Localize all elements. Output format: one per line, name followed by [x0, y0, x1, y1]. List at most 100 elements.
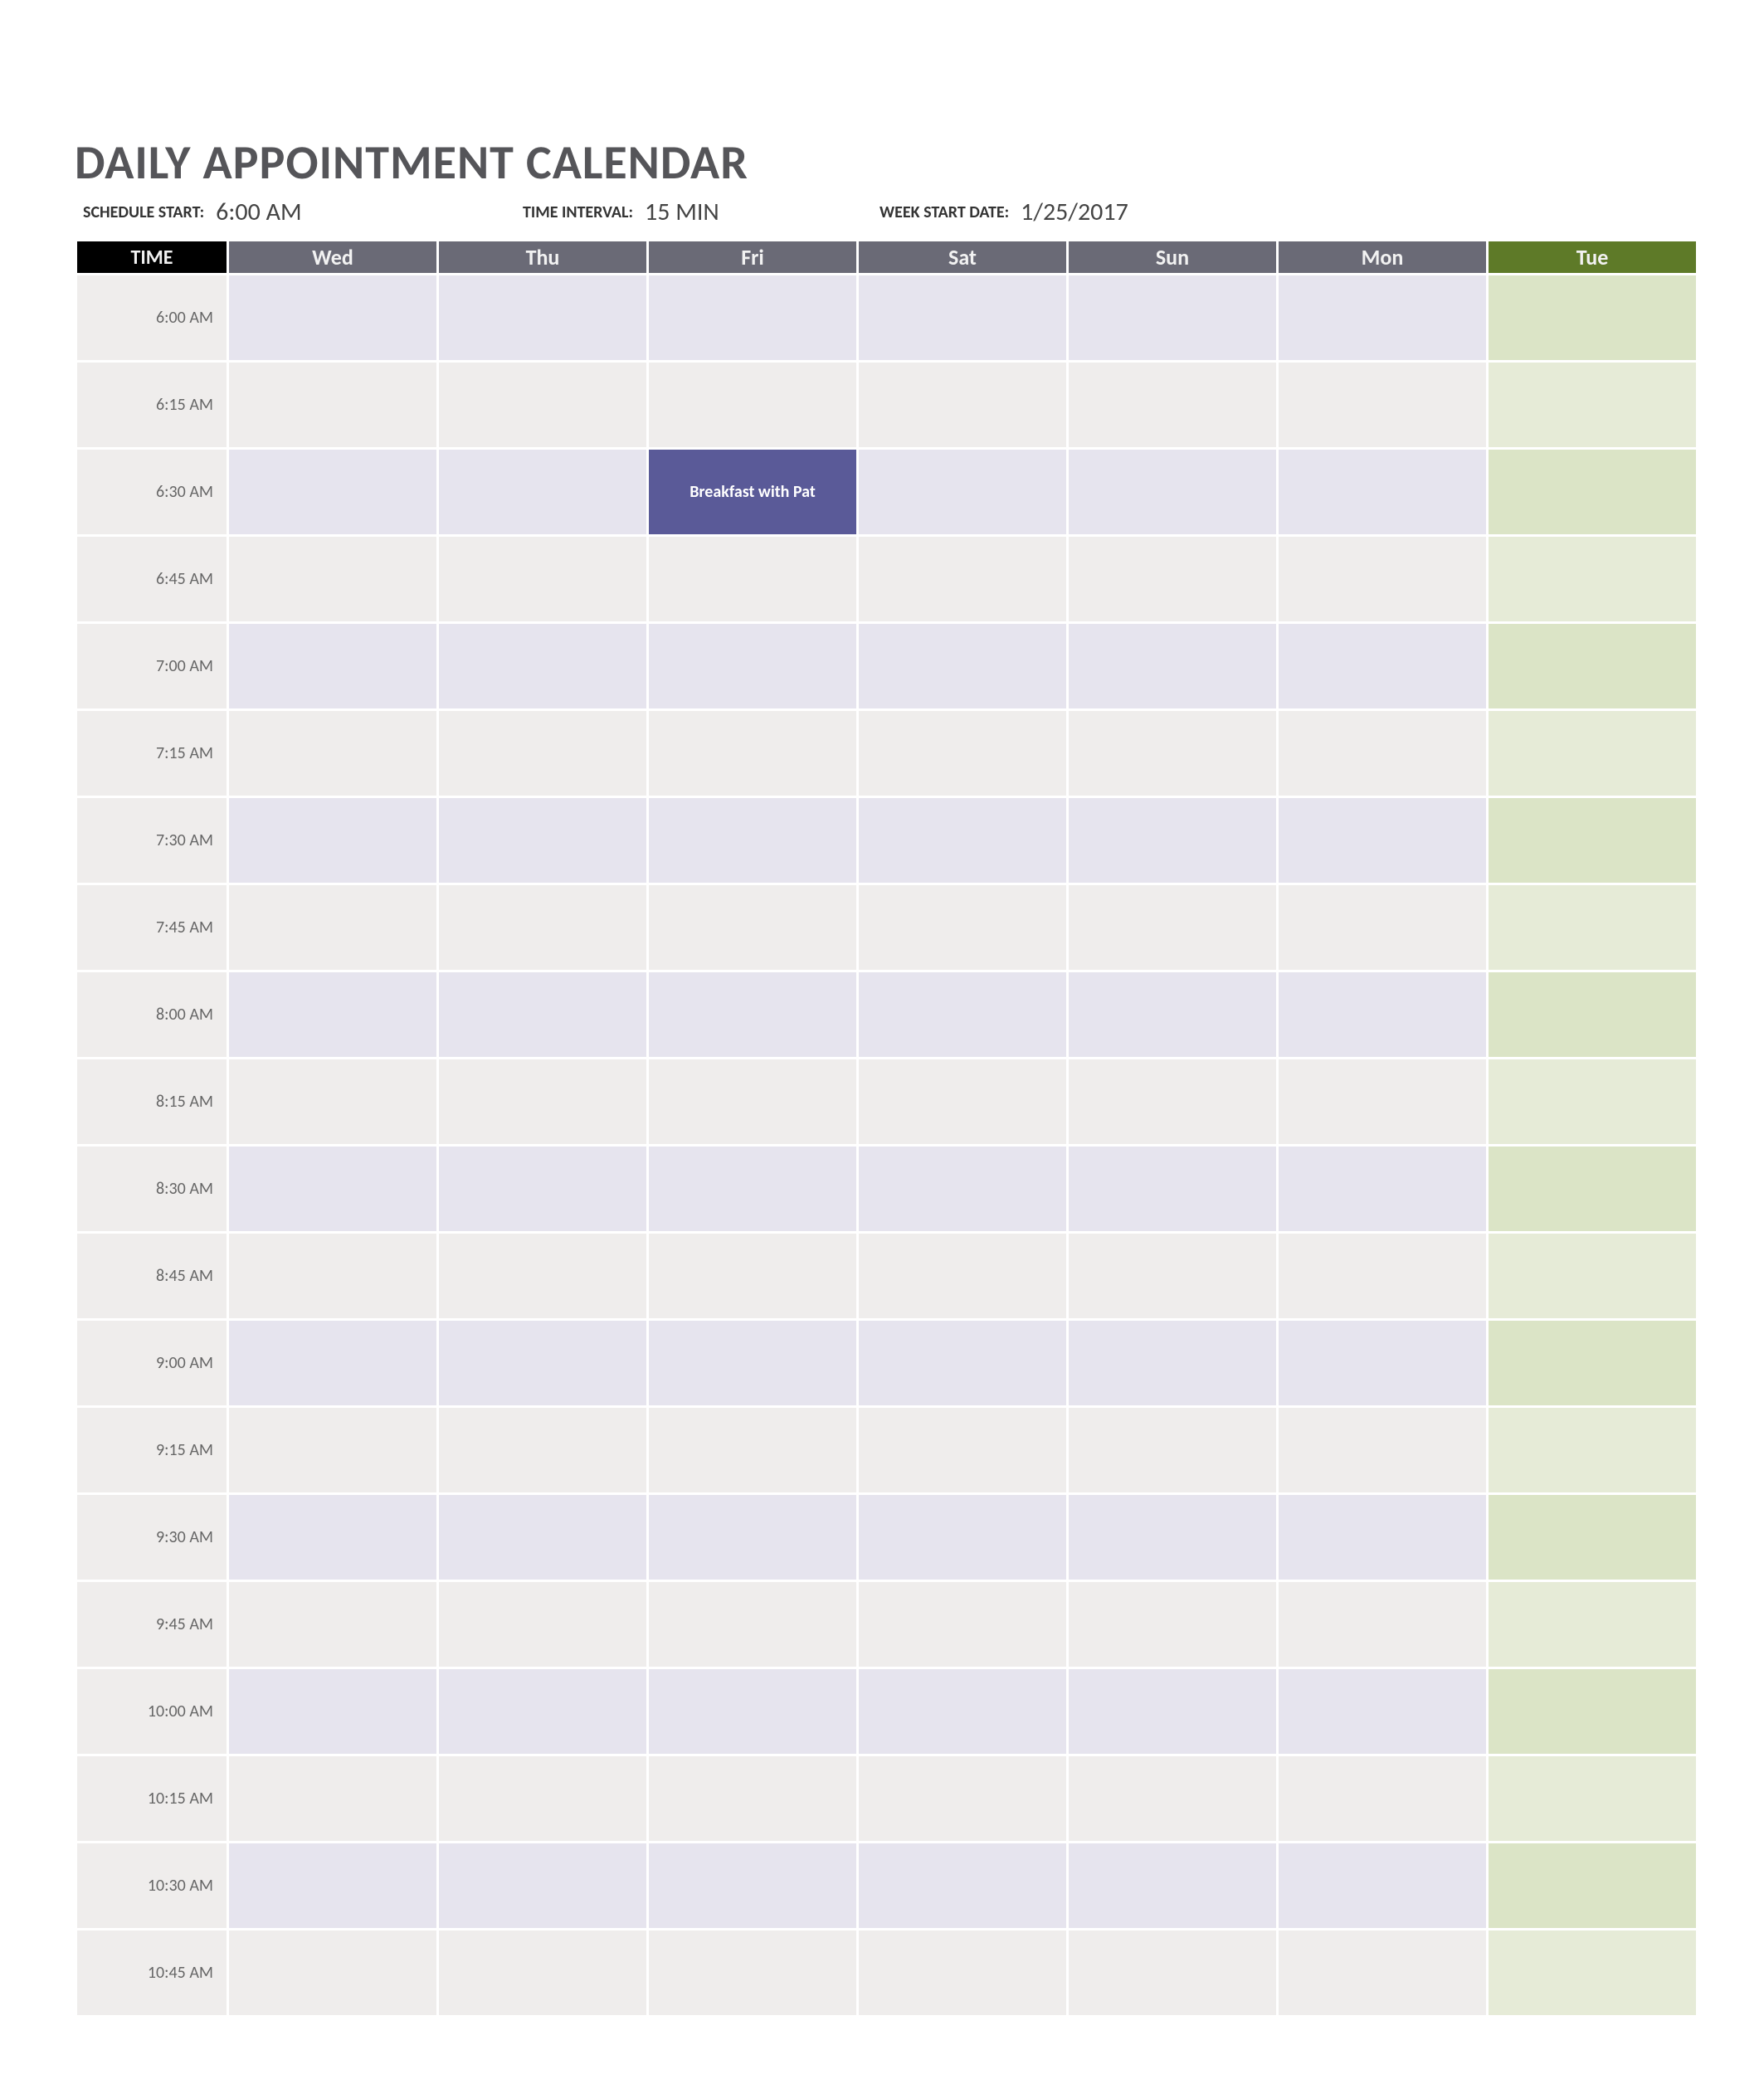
- schedule-start-value[interactable]: 6:00 AM: [212, 197, 309, 227]
- calendar-slot[interactable]: [439, 1582, 646, 1667]
- calendar-slot[interactable]: [229, 537, 436, 621]
- calendar-slot[interactable]: [1069, 624, 1276, 708]
- time-interval-value[interactable]: 15 MIN: [641, 197, 728, 227]
- calendar-slot[interactable]: [229, 1147, 436, 1231]
- calendar-slot[interactable]: [1279, 885, 1486, 970]
- calendar-slot[interactable]: [1489, 972, 1696, 1057]
- calendar-slot[interactable]: [1279, 711, 1486, 796]
- calendar-slot[interactable]: [859, 972, 1066, 1057]
- calendar-slot[interactable]: [1069, 1582, 1276, 1667]
- calendar-slot[interactable]: [439, 885, 646, 970]
- calendar-slot[interactable]: [649, 1582, 856, 1667]
- calendar-slot[interactable]: [1279, 1930, 1486, 2015]
- calendar-slot[interactable]: [1489, 1756, 1696, 1841]
- calendar-slot[interactable]: [1279, 363, 1486, 447]
- calendar-slot[interactable]: [1279, 1408, 1486, 1492]
- calendar-slot[interactable]: [859, 1234, 1066, 1318]
- calendar-slot[interactable]: [649, 1756, 856, 1841]
- calendar-slot[interactable]: [1069, 450, 1276, 534]
- calendar-slot[interactable]: [1069, 972, 1276, 1057]
- calendar-slot[interactable]: [649, 1059, 856, 1144]
- calendar-slot[interactable]: [859, 1408, 1066, 1492]
- calendar-slot[interactable]: [439, 1147, 646, 1231]
- calendar-slot[interactable]: [859, 1582, 1066, 1667]
- calendar-slot[interactable]: [1489, 1930, 1696, 2015]
- calendar-slot[interactable]: [649, 1321, 856, 1405]
- calendar-slot[interactable]: [229, 885, 436, 970]
- calendar-slot[interactable]: [649, 1930, 856, 2015]
- calendar-slot[interactable]: [859, 1930, 1066, 2015]
- calendar-slot[interactable]: [1489, 363, 1696, 447]
- calendar-slot[interactable]: [1489, 275, 1696, 360]
- calendar-slot[interactable]: [229, 363, 436, 447]
- calendar-slot[interactable]: [1069, 363, 1276, 447]
- calendar-slot[interactable]: [1489, 1669, 1696, 1754]
- calendar-slot[interactable]: [1489, 1582, 1696, 1667]
- calendar-slot[interactable]: [859, 1321, 1066, 1405]
- calendar-slot[interactable]: [649, 1234, 856, 1318]
- calendar-slot[interactable]: [1279, 1669, 1486, 1754]
- calendar-slot[interactable]: [1489, 450, 1696, 534]
- calendar-slot[interactable]: [229, 450, 436, 534]
- calendar-slot[interactable]: [649, 711, 856, 796]
- calendar-slot[interactable]: [1489, 711, 1696, 796]
- calendar-slot[interactable]: [649, 972, 856, 1057]
- calendar-slot[interactable]: [1069, 1756, 1276, 1841]
- calendar-slot[interactable]: [1279, 1234, 1486, 1318]
- calendar-slot[interactable]: [1279, 624, 1486, 708]
- calendar-slot[interactable]: [859, 363, 1066, 447]
- calendar-slot[interactable]: [649, 624, 856, 708]
- calendar-slot[interactable]: [229, 972, 436, 1057]
- calendar-slot[interactable]: [1489, 1059, 1696, 1144]
- calendar-slot[interactable]: [439, 275, 646, 360]
- calendar-slot[interactable]: [1069, 1321, 1276, 1405]
- calendar-slot[interactable]: [1279, 275, 1486, 360]
- calendar-slot[interactable]: [229, 1843, 436, 1928]
- calendar-slot[interactable]: [859, 711, 1066, 796]
- calendar-slot[interactable]: [859, 1756, 1066, 1841]
- calendar-slot[interactable]: [1279, 1495, 1486, 1580]
- calendar-slot[interactable]: [859, 885, 1066, 970]
- calendar-slot[interactable]: [1489, 885, 1696, 970]
- calendar-slot[interactable]: [1069, 275, 1276, 360]
- week-start-value[interactable]: 1/25/2017: [1017, 197, 1137, 227]
- calendar-slot[interactable]: [1069, 1495, 1276, 1580]
- calendar-slot[interactable]: [1279, 798, 1486, 883]
- calendar-slot[interactable]: [439, 363, 646, 447]
- calendar-slot[interactable]: [1489, 537, 1696, 621]
- calendar-slot[interactable]: [1489, 1843, 1696, 1928]
- calendar-slot[interactable]: [649, 1843, 856, 1928]
- calendar-slot[interactable]: [1069, 1843, 1276, 1928]
- calendar-slot[interactable]: [1069, 798, 1276, 883]
- calendar-slot[interactable]: [649, 885, 856, 970]
- calendar-slot[interactable]: [1279, 537, 1486, 621]
- calendar-slot[interactable]: [1279, 1321, 1486, 1405]
- calendar-slot[interactable]: [1279, 1756, 1486, 1841]
- calendar-slot[interactable]: [439, 1756, 646, 1841]
- calendar-slot[interactable]: [859, 275, 1066, 360]
- calendar-slot[interactable]: [439, 1669, 646, 1754]
- calendar-slot[interactable]: [649, 275, 856, 360]
- calendar-slot[interactable]: [229, 798, 436, 883]
- calendar-slot[interactable]: [439, 1930, 646, 2015]
- calendar-slot[interactable]: [1069, 537, 1276, 621]
- calendar-slot[interactable]: [649, 1147, 856, 1231]
- calendar-slot[interactable]: [1279, 1582, 1486, 1667]
- calendar-slot[interactable]: [649, 1495, 856, 1580]
- calendar-slot[interactable]: [1069, 885, 1276, 970]
- calendar-slot[interactable]: [859, 537, 1066, 621]
- calendar-slot[interactable]: [229, 1408, 436, 1492]
- calendar-slot[interactable]: [1279, 972, 1486, 1057]
- calendar-slot[interactable]: [1279, 1843, 1486, 1928]
- calendar-slot[interactable]: [229, 1930, 436, 2015]
- calendar-slot[interactable]: [1279, 1147, 1486, 1231]
- calendar-slot[interactable]: [1489, 1408, 1696, 1492]
- calendar-slot[interactable]: [1069, 1059, 1276, 1144]
- calendar-slot[interactable]: [439, 972, 646, 1057]
- calendar-slot[interactable]: [859, 624, 1066, 708]
- calendar-slot[interactable]: [439, 1843, 646, 1928]
- calendar-slot[interactable]: [439, 1408, 646, 1492]
- calendar-slot[interactable]: [649, 1669, 856, 1754]
- calendar-slot[interactable]: [439, 624, 646, 708]
- calendar-slot[interactable]: [439, 1321, 646, 1405]
